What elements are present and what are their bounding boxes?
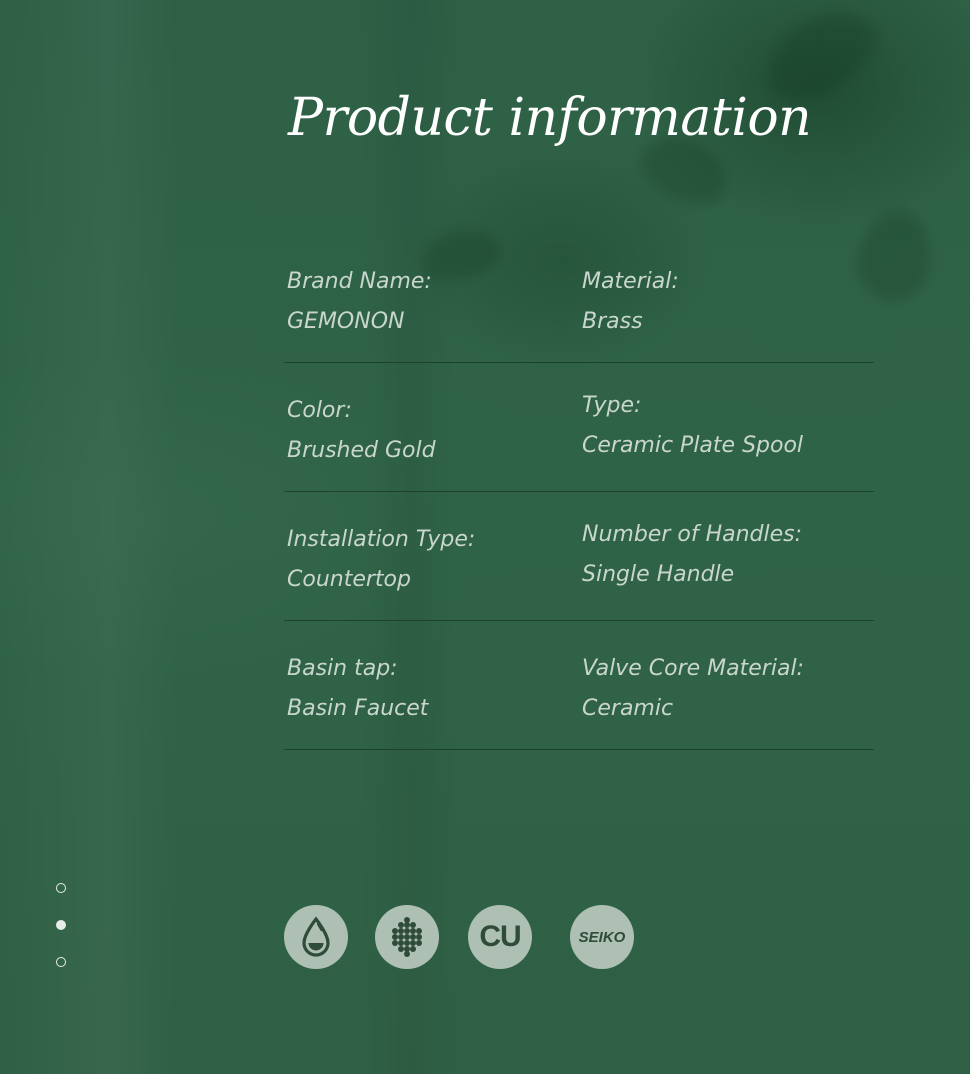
spec-label: Brand Name: bbox=[287, 269, 432, 294]
spec-value: Single Handle bbox=[582, 562, 735, 587]
spec-row: Installation Type: Countertop Number of … bbox=[284, 506, 874, 621]
water-drop-icon bbox=[302, 916, 330, 957]
spec-row: Brand Name: GEMONON Material: Brass bbox=[284, 248, 874, 363]
spec-value: Ceramic Plate Spool bbox=[582, 433, 804, 458]
honeycomb-filter-icon bbox=[392, 917, 422, 957]
spec-label: Color: bbox=[287, 398, 352, 423]
spec-label: Type: bbox=[582, 393, 642, 418]
spec-row: Color: Brushed Gold Type: Ceramic Plate … bbox=[284, 377, 874, 492]
product-info-table: Brand Name: GEMONON Material: Brass Colo… bbox=[284, 248, 874, 764]
spec-label: Installation Type: bbox=[287, 527, 476, 552]
copper-icon: CU bbox=[479, 920, 521, 953]
spec-value: Countertop bbox=[287, 567, 411, 592]
spec-value: GEMONON bbox=[287, 309, 405, 334]
spec-value: Brass bbox=[582, 309, 643, 334]
spec-number-of-handles: Number of Handles: Single Handle bbox=[579, 515, 874, 620]
honeycomb-filter-badge bbox=[375, 905, 439, 969]
spec-value: Ceramic bbox=[582, 696, 674, 721]
spec-label: Material: bbox=[582, 269, 679, 294]
spec-value: Basin Faucet bbox=[287, 696, 429, 721]
spec-basin-tap: Basin tap: Basin Faucet bbox=[284, 649, 579, 749]
feature-badges: CU SEIKO bbox=[0, 905, 970, 969]
spec-label: Number of Handles: bbox=[582, 522, 803, 547]
spec-installation-type: Installation Type: Countertop bbox=[284, 520, 579, 620]
spec-color: Color: Brushed Gold bbox=[284, 391, 579, 491]
spec-value: Brushed Gold bbox=[287, 438, 436, 463]
spec-label: Valve Core Material: bbox=[582, 656, 804, 681]
page-title: Product information bbox=[288, 88, 812, 148]
seiko-icon: SEIKO bbox=[578, 928, 626, 946]
spec-brand-name: Brand Name: GEMONON bbox=[284, 262, 579, 362]
spec-valve-core-material: Valve Core Material: Ceramic bbox=[579, 649, 874, 749]
spec-type: Type: Ceramic Plate Spool bbox=[579, 386, 874, 491]
spec-label: Basin tap: bbox=[287, 656, 398, 681]
copper-badge: CU bbox=[468, 905, 532, 969]
water-drop-badge bbox=[284, 905, 348, 969]
spec-material: Material: Brass bbox=[579, 262, 874, 362]
spec-row: Basin tap: Basin Faucet Valve Core Mater… bbox=[284, 635, 874, 750]
seiko-badge: SEIKO bbox=[570, 905, 634, 969]
pager-dot-1[interactable] bbox=[56, 883, 66, 893]
